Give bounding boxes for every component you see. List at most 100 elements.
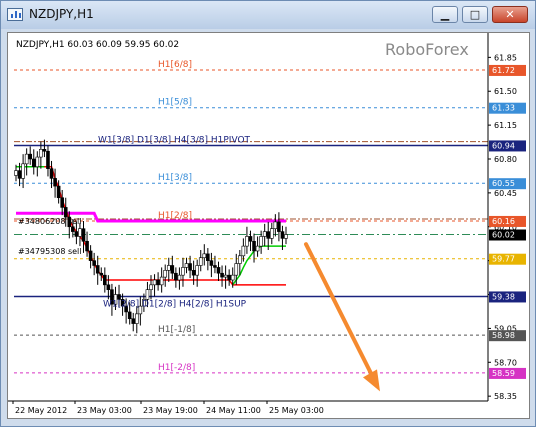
price-tag-label: 58.98: [492, 331, 515, 340]
candle-body: [49, 168, 54, 179]
time-tick-label: 24 May 11:00: [206, 406, 261, 415]
level-label: W1[2/8] D1[2/8] H4[2/8] H1SUP: [103, 299, 247, 309]
candle-body: [131, 318, 136, 324]
candle-body: [181, 267, 185, 276]
candle-body: [241, 245, 246, 257]
candle-body: [269, 228, 274, 239]
candle-body: [188, 263, 192, 271]
candle-body: [14, 170, 18, 176]
price-tag-label: 59.77: [492, 255, 515, 264]
candle-body: [95, 265, 100, 274]
price-tick-label: 61.50: [494, 87, 517, 96]
time-tick-label: 23 May 03:00: [77, 406, 132, 415]
candle-body: [266, 231, 271, 239]
candle-body: [195, 265, 199, 276]
candle-body: [53, 178, 57, 187]
candle-body: [223, 274, 228, 278]
window-titlebar[interactable]: NZDJPY,H1 ▁ □ ✕: [1, 1, 535, 29]
order-label: #34806208 sell: [18, 217, 82, 226]
candle-body: [92, 260, 96, 266]
chart-canvas[interactable]: NZDJPY,H1 60.03 60.09 59.95 60.02 RoboFo…: [7, 32, 530, 419]
candle-body: [166, 265, 171, 271]
candle-body: [220, 272, 224, 278]
candle-body: [198, 257, 203, 266]
candle-body: [145, 289, 150, 300]
candle-body: [42, 149, 47, 152]
candle-body: [99, 272, 104, 276]
green-trend-line: [232, 245, 286, 286]
candle-body: [230, 274, 235, 281]
candle-body: [191, 270, 196, 276]
candle-body: [17, 170, 22, 179]
time-tick-label: 25 May 03:00: [269, 406, 324, 415]
price-tag-label: 60.55: [492, 179, 515, 188]
order-label: #34795308 sell: [18, 247, 82, 256]
candle-body: [60, 197, 64, 208]
candle-body: [213, 265, 217, 268]
candle-body: [284, 234, 288, 239]
level-label: H1[-1/8]: [158, 325, 195, 335]
candle-body: [209, 260, 214, 266]
level-label: H1[6/8]: [158, 60, 192, 70]
price-tag-label: 61.33: [492, 104, 515, 113]
price-tick-label: 58.35: [494, 392, 517, 401]
candle-body: [78, 228, 82, 237]
candle-body: [163, 270, 168, 278]
maximize-icon: □: [469, 8, 481, 21]
price-tag-label: 60.16: [492, 217, 515, 226]
candle-body: [85, 240, 89, 252]
candle-body: [216, 267, 221, 274]
price-axis: 61.8561.5061.1560.8060.4560.1059.7559.40…: [8, 33, 526, 402]
price-tag-label: 60.02: [492, 231, 515, 240]
time-tick-label: 22 May 2012: [15, 406, 67, 415]
level-label: W1[3/8] D1[3/8] H4[3/8] H1PIVOT: [98, 135, 251, 145]
chart-window: NZDJPY,H1 ▁ □ ✕ NZDJPY,H1 60.03 60.09 59…: [0, 0, 536, 427]
maximize-button[interactable]: □: [462, 6, 488, 23]
minimize-button[interactable]: ▁: [432, 6, 458, 23]
level-label: H1[-2/8]: [158, 363, 195, 373]
price-tick-label: 60.80: [494, 155, 517, 164]
price-chart[interactable]: NZDJPY,H1 60.03 60.09 59.95 60.02 RoboFo…: [8, 33, 529, 418]
candle-body: [24, 153, 29, 165]
candle-body: [159, 276, 164, 286]
time-axis: 22 May 2012 23 May 03:00 23 May 19:00 24 Ma…: [12, 401, 324, 415]
window-title: NZDJPY,H1: [29, 7, 94, 21]
price-tag-label: 60.94: [492, 141, 515, 150]
candle-body: [21, 163, 25, 179]
labels-layer: H1[6/8] H1[5/8] W1[3/8] D1[3/8] H4[3/8] H1…: [18, 60, 251, 373]
candle-body: [46, 150, 50, 169]
candle-body: [74, 231, 79, 237]
watermark: RoboForex: [385, 40, 469, 59]
candle-body: [245, 236, 249, 247]
candle-body: [103, 274, 107, 286]
candle-body: [238, 255, 242, 264]
candle-body: [177, 274, 182, 281]
candle-body: [184, 263, 189, 268]
candle-body: [174, 272, 178, 281]
price-tick-label: 60.45: [494, 189, 517, 198]
candle-body: [170, 265, 175, 274]
candle-body: [202, 253, 207, 259]
candle-body: [71, 226, 75, 232]
candle-body: [206, 253, 210, 261]
candle-body: [280, 231, 285, 239]
candle-body: [277, 221, 281, 232]
candle-body: [39, 149, 43, 158]
time-tick-label: 23 May 19:00: [143, 406, 198, 415]
candle-body: [56, 185, 61, 199]
candle-body: [255, 245, 260, 252]
candle-body: [106, 284, 111, 290]
candle-body: [31, 158, 36, 168]
candle-body: [234, 263, 239, 276]
arrow-shaft: [304, 242, 376, 382]
candle-body: [134, 313, 139, 324]
price-tick-label: 58.70: [494, 358, 517, 367]
close-button[interactable]: ✕: [492, 6, 528, 23]
candle-body: [259, 236, 263, 247]
candle-body: [63, 207, 68, 218]
candle-body: [28, 153, 33, 160]
close-icon: ✕: [505, 8, 515, 21]
chart-window-icon: [7, 8, 23, 21]
level-label: H1[2/8]: [158, 211, 192, 221]
candle-body: [252, 240, 256, 252]
